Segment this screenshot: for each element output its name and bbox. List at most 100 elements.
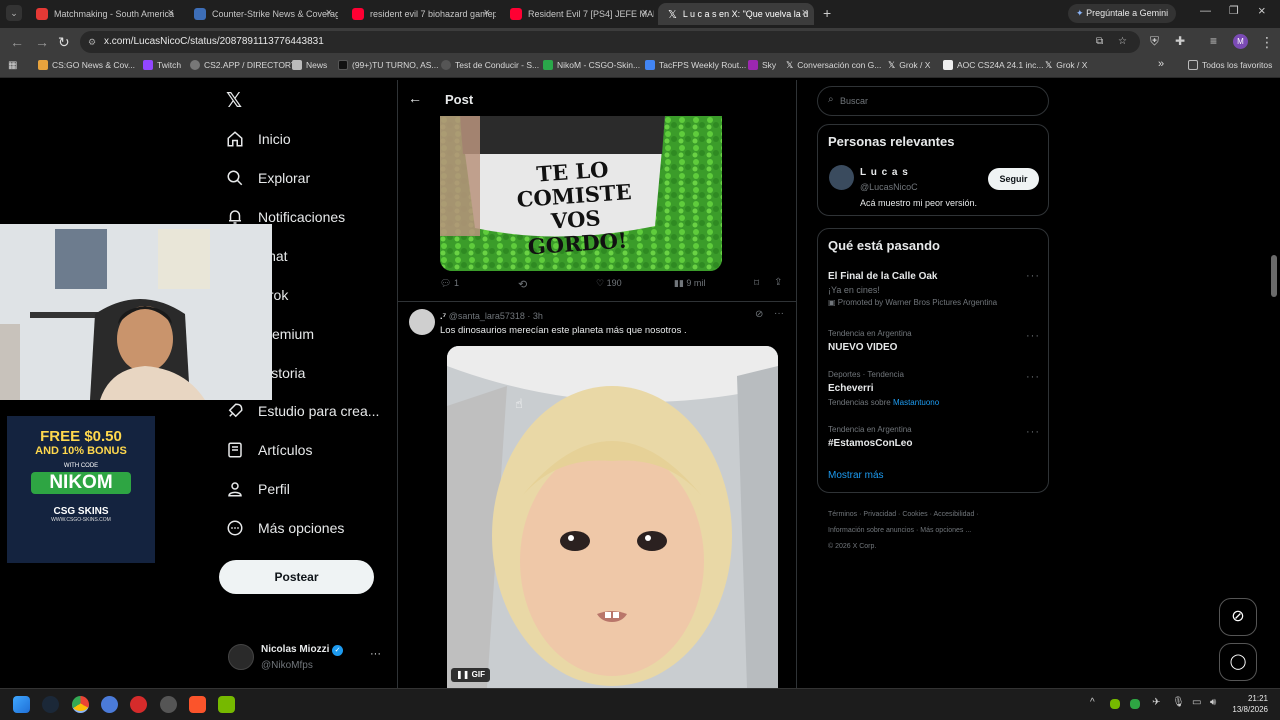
bookmark-icon[interactable]: ⌑ bbox=[754, 278, 759, 289]
bookmark-conversacion[interactable]: 𝕏 Conversación con G... bbox=[786, 60, 881, 70]
reply-author-name[interactable]: .⁷ bbox=[440, 311, 446, 321]
close-tab-icon[interactable]: × bbox=[484, 7, 490, 19]
search-input[interactable]: ⌕ Buscar bbox=[817, 86, 1049, 116]
post-more-icon[interactable]: ··· bbox=[774, 308, 784, 319]
account-switcher[interactable]: Nicolas Miozzi ✓ @NikoMfps ··· bbox=[226, 640, 386, 676]
footer-link[interactable]: Accesibilidad bbox=[933, 511, 974, 518]
site-info-icon[interactable]: ⚙ bbox=[88, 31, 96, 53]
footer-link[interactable]: Privacidad bbox=[863, 511, 896, 518]
discord-like-icon[interactable] bbox=[101, 696, 118, 713]
avatar[interactable] bbox=[829, 165, 854, 190]
bookmark-nikom-skins[interactable]: NikoM - CSGO-Skin... bbox=[543, 60, 640, 70]
bookmark-csgo-news[interactable]: CS:GO News & Cov... bbox=[38, 60, 135, 70]
views-button[interactable]: ▮▮ 9 mil bbox=[674, 278, 705, 289]
nav-creator-studio[interactable]: Estudio para crea... bbox=[226, 399, 379, 423]
profile-avatar[interactable]: M bbox=[1233, 34, 1248, 49]
trend-more-icon[interactable]: ··· bbox=[1026, 270, 1040, 282]
reply-button[interactable]: 💬︎ 1 bbox=[440, 278, 459, 289]
nav-home[interactable]: Inicio bbox=[226, 127, 291, 151]
bookmark-test-conducir[interactable]: Test de Conducir - S... bbox=[441, 60, 539, 70]
retweet-button[interactable]: ⟲ bbox=[518, 278, 527, 291]
page-scrollbar[interactable] bbox=[1271, 255, 1277, 297]
tab-resident-evil-boss[interactable]: Resident Evil 7 [PS4] JEFE MARG × bbox=[500, 3, 654, 25]
nav-profile[interactable]: Perfil bbox=[226, 477, 290, 501]
close-tab-icon[interactable]: × bbox=[642, 7, 648, 19]
apps-grid-icon[interactable]: ▦ bbox=[8, 60, 17, 71]
tab-matchmaking[interactable]: Matchmaking - South America × bbox=[26, 3, 180, 25]
tab-x-post[interactable]: 𝕏 L u c a s en X: "Que vuelva la d × bbox=[658, 3, 814, 25]
messages-float-button[interactable]: ◯ bbox=[1219, 643, 1257, 681]
tray-app-icon[interactable] bbox=[1130, 699, 1140, 709]
bookmark-cs2app[interactable]: CS2.APP / DIRECTORY bbox=[190, 60, 297, 70]
footer-link[interactable]: Cookies bbox=[902, 511, 927, 518]
like-button[interactable]: ♡ 190 bbox=[596, 278, 622, 289]
chrome-icon[interactable] bbox=[72, 696, 89, 713]
clock[interactable]: 21:21 13/8/2026 bbox=[1228, 693, 1268, 715]
tab-counter-strike-news[interactable]: Counter-Strike News & Coverag × bbox=[184, 3, 338, 25]
install-app-icon[interactable]: ⧉ bbox=[1096, 31, 1103, 53]
bookmarks-overflow-icon[interactable]: » bbox=[1158, 58, 1164, 70]
url-input[interactable]: ⚙ x.com/LucasNicoC/status/20878911137764… bbox=[80, 31, 1140, 53]
bookmark-news[interactable]: News bbox=[292, 60, 327, 70]
trend-link[interactable]: Mastantuono bbox=[893, 398, 939, 407]
back-icon[interactable]: ← bbox=[10, 34, 24, 50]
extension-shield-icon[interactable]: ⛨ bbox=[1150, 34, 1159, 49]
nav-more-options[interactable]: Más opciones bbox=[226, 516, 344, 540]
reload-icon[interactable]: ↻ bbox=[58, 34, 70, 51]
tray-app-icon[interactable]: ✈ bbox=[1152, 697, 1160, 708]
relevant-name[interactable]: L u c a s bbox=[860, 167, 909, 178]
cs2-icon[interactable] bbox=[160, 696, 177, 713]
chrome-menu-icon[interactable]: ⋮ bbox=[1260, 34, 1274, 51]
bookmark-aoc[interactable]: AOC CS24A 24.1 inc... bbox=[943, 60, 1043, 70]
grok-explain-icon[interactable]: ⊘ bbox=[755, 309, 763, 320]
close-window-icon[interactable]: × bbox=[1258, 3, 1266, 18]
nvidia-icon[interactable] bbox=[218, 696, 235, 713]
account-more-icon[interactable]: ··· bbox=[370, 648, 381, 660]
post-image[interactable]: TE LO COMISTE VOS GORDO! bbox=[440, 116, 722, 271]
all-favorites-folder[interactable]: Todos los favoritos bbox=[1188, 60, 1272, 70]
reply-gif[interactable]: ❚❚ GIF bbox=[447, 346, 778, 688]
media-controls-icon[interactable]: ≡ bbox=[1210, 34, 1217, 48]
post-button[interactable]: Postear bbox=[219, 560, 374, 594]
nav-articles[interactable]: Artículos bbox=[226, 438, 312, 462]
gemini-button[interactable]: ✦ Pregúntale a Gemini bbox=[1068, 4, 1176, 23]
back-arrow-icon[interactable]: ← bbox=[408, 90, 422, 106]
trend-item-echeverri[interactable]: Deportes · Tendencia Echeverri Tendencia… bbox=[828, 370, 939, 407]
bookmark-grok-1[interactable]: 𝕏 Grok / X bbox=[888, 60, 930, 70]
steam-icon[interactable] bbox=[42, 696, 59, 713]
close-tab-icon[interactable]: × bbox=[802, 7, 808, 19]
red-app-icon[interactable] bbox=[130, 696, 147, 713]
trend-item-estamosconleo[interactable]: Tendencia en Argentina #EstamosConLeo bbox=[828, 425, 912, 449]
brave-icon[interactable] bbox=[189, 696, 206, 713]
trend-more-icon[interactable]: ··· bbox=[1026, 371, 1040, 383]
trend-item-promoted[interactable]: El Final de la Calle Oak ¡Ya en cines! ▣… bbox=[828, 271, 997, 307]
maximize-icon[interactable]: ❐ bbox=[1229, 4, 1239, 17]
footer-link[interactable]: Términos bbox=[828, 511, 857, 518]
bookmark-grok-2[interactable]: 𝕏 Grok / X bbox=[1045, 60, 1087, 70]
share-icon[interactable]: ⇪ bbox=[774, 277, 782, 288]
bookmark-twitch[interactable]: Twitch bbox=[143, 60, 181, 70]
tray-overflow-icon[interactable]: ^ bbox=[1090, 697, 1095, 708]
bookmark-sky[interactable]: Sky bbox=[748, 60, 776, 70]
windows-start-icon[interactable] bbox=[13, 696, 30, 713]
microphone-icon[interactable]: 🎙︎ bbox=[1172, 697, 1185, 708]
gif-badge[interactable]: ❚❚ GIF bbox=[451, 668, 490, 682]
tab-search-icon[interactable]: ⌄ bbox=[6, 5, 22, 21]
new-tab-icon[interactable]: + bbox=[823, 5, 831, 21]
forward-icon[interactable]: → bbox=[35, 34, 49, 50]
avatar[interactable] bbox=[409, 309, 435, 335]
display-icon[interactable]: ▭ bbox=[1192, 697, 1201, 708]
x-logo-icon[interactable]: 𝕏 bbox=[226, 88, 242, 113]
follow-button[interactable]: Seguir bbox=[988, 168, 1039, 190]
trend-more-icon[interactable]: ··· bbox=[1026, 330, 1040, 342]
show-more-link[interactable]: Mostrar más bbox=[828, 470, 884, 481]
nav-explore[interactable]: Explorar bbox=[226, 166, 310, 190]
relevant-handle[interactable]: @LucasNicoC bbox=[860, 182, 918, 192]
footer-link[interactable]: Información sobre anuncios bbox=[828, 527, 914, 534]
tab-resident-evil-gameplay[interactable]: resident evil 7 biohazard gamep × bbox=[342, 3, 496, 25]
volume-icon[interactable]: 🔊︎ bbox=[1210, 697, 1216, 708]
footer-link[interactable]: Más opciones ... bbox=[920, 527, 971, 534]
trend-item-nuevo-video[interactable]: Tendencia en Argentina NUEVO VIDEO bbox=[828, 329, 912, 353]
tray-app-icon[interactable] bbox=[1110, 699, 1120, 709]
grok-float-button[interactable]: ⊘ bbox=[1219, 598, 1257, 636]
